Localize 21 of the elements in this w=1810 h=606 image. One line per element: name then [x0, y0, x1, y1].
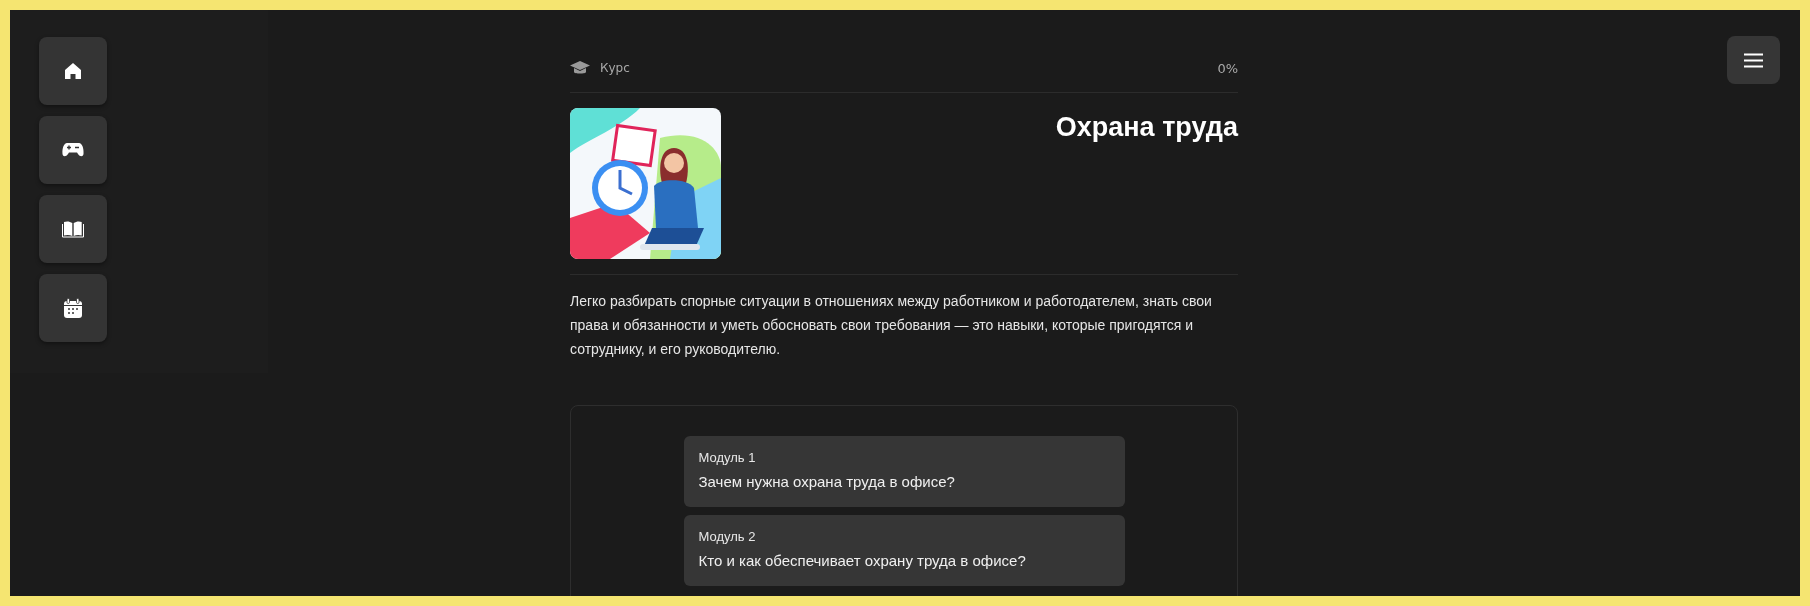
menu-icon — [1744, 52, 1763, 68]
sidebar-button[interactable] — [39, 274, 107, 342]
home-icon — [63, 61, 83, 81]
module-number: Модуль 1 — [698, 450, 757, 465]
calendar-icon — [63, 297, 83, 319]
module-card[interactable]: Модуль 2 Кто и как обеспечивает охрану труда в офисе? — [683, 515, 1125, 586]
progress-percent: 0% — [1217, 60, 1238, 76]
course-description: Легко разбирать спорные ситуации в отношениях между работником и работодателем, знать свои права и обязанности и уметь обосновать свои требования — это навыки, которые пригодятся и сотруднику, и его руководителю. — [570, 292, 1213, 359]
module-title: Кто и как обеспечивает охрану труда в офисе? — [698, 552, 1027, 569]
graduation-cap-icon — [570, 60, 590, 76]
sidebar-button[interactable] — [39, 195, 107, 263]
sidebar-button[interactable] — [39, 116, 107, 184]
module-title: Зачем нужна охрана труда в офисе? — [698, 473, 956, 490]
course-title: Охрана труда — [1055, 112, 1238, 144]
menu-button[interactable] — [1727, 36, 1780, 84]
sidebar-button[interactable] — [39, 37, 107, 105]
book-icon — [62, 220, 84, 238]
module-number: Модуль 2 — [698, 529, 757, 544]
course-label: Курс — [600, 61, 630, 75]
module-card[interactable]: Модуль 1 Зачем нужна охрана труда в офисе? — [683, 436, 1125, 507]
gamepad-icon — [62, 142, 84, 158]
